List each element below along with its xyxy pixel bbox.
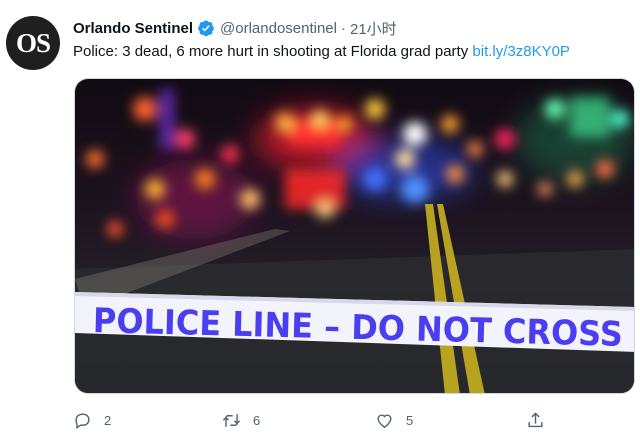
avatar-logo-text: OS bbox=[15, 27, 51, 58]
handle[interactable]: @orlandosentinel bbox=[220, 20, 337, 37]
separator: · bbox=[340, 19, 346, 37]
reply-count: 2 bbox=[104, 412, 112, 428]
tweet-body: Police: 3 dead, 6 more hurt in shooting … bbox=[73, 43, 473, 60]
retweet-button[interactable]: 6 bbox=[222, 405, 260, 435]
tweet-header: Orlando Sentinel @orlandosentinel · 21小时 bbox=[73, 17, 397, 39]
like-button[interactable]: 5 bbox=[375, 405, 413, 435]
retweet-count: 6 bbox=[253, 412, 261, 428]
tweet-image[interactable]: POLICE LINE – DO NOT CROSS bbox=[74, 78, 635, 394]
reply-icon bbox=[75, 412, 90, 429]
display-name[interactable]: Orlando Sentinel bbox=[73, 20, 193, 37]
avatar[interactable]: OS bbox=[6, 16, 60, 70]
like-count: 5 bbox=[406, 412, 414, 428]
timestamp[interactable]: 21小时 bbox=[350, 18, 397, 39]
tweet-link[interactable]: bit.ly/3z8KY0P bbox=[472, 43, 570, 60]
heart-icon bbox=[377, 414, 392, 428]
tweet-actions: 2 6 5 bbox=[73, 405, 573, 435]
retweet-icon bbox=[222, 413, 241, 427]
share-button[interactable] bbox=[526, 405, 545, 435]
share-icon bbox=[528, 411, 543, 427]
verified-badge-icon bbox=[197, 19, 215, 37]
reply-button[interactable]: 2 bbox=[73, 405, 111, 435]
police-scene-photo: POLICE LINE – DO NOT CROSS bbox=[75, 79, 634, 393]
tweet-text: Police: 3 dead, 6 more hurt in shooting … bbox=[73, 43, 570, 60]
tweet[interactable]: OS Orlando Sentinel @orlandosentinel · 2… bbox=[0, 0, 640, 434]
